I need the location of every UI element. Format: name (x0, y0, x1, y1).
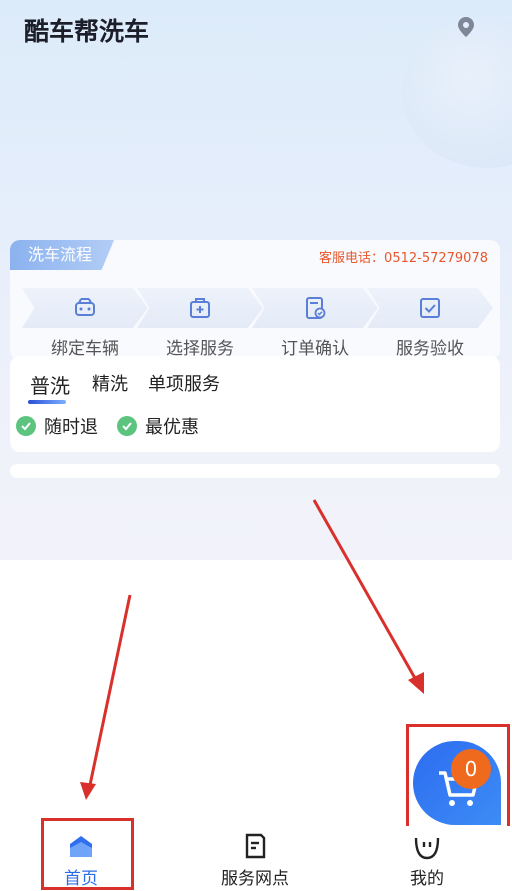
cart-highlight-box: 0 (406, 724, 510, 836)
checkbox-icon (420, 298, 440, 318)
cart-count-badge: 0 (451, 749, 491, 789)
flow-step-acceptance: 服务验收 (367, 288, 493, 359)
profile-face-icon (414, 837, 440, 860)
flow-steps: 绑定车辆 选择服务 订单确认 服务验收 (10, 288, 500, 359)
brand-logo: 酷车帮洗车 (24, 17, 150, 46)
hotline-text[interactable]: 客服电话：0512-57279078 (319, 247, 488, 266)
car-icon (75, 298, 95, 316)
cart-button[interactable]: 0 (413, 741, 501, 825)
wash-options-card: 普洗 精洗 单项服务 随时退 最优惠 (10, 356, 500, 452)
nav-service-outlets[interactable]: 服务网点 (200, 826, 310, 889)
tab-single-service[interactable]: 单项服务 (148, 370, 220, 396)
tab-fine-wash[interactable]: 精洗 (92, 370, 128, 396)
wash-flow-card: 洗车流程 客服电话：0512-57279078 绑定车辆 选择服务 订单确认 服… (10, 240, 500, 360)
flow-step-order-confirm: 订单确认 (252, 288, 378, 359)
perk-refund: 随时退 (16, 414, 98, 438)
home-highlight-box (41, 818, 134, 890)
perk-best-price: 最优惠 (117, 414, 199, 438)
service-plus-icon (190, 298, 210, 318)
flow-step-choose-service: 选择服务 (137, 288, 263, 359)
location-pin-icon[interactable] (456, 16, 476, 38)
hero-decoration (402, 18, 512, 168)
nav-label: 我的 (410, 869, 444, 889)
wash-flow-tag: 洗车流程 (10, 240, 115, 270)
service-outlet-icon (245, 833, 266, 859)
nav-profile[interactable]: 我的 (372, 826, 482, 889)
perk-text: 最优惠 (145, 417, 199, 438)
flow-step-bind-car: 绑定车辆 (22, 288, 148, 359)
order-confirm-icon (306, 297, 326, 319)
check-circle-icon (117, 416, 137, 436)
check-circle-icon (16, 416, 36, 436)
active-tab-indicator (28, 400, 66, 404)
tab-regular-wash[interactable]: 普洗 (30, 370, 70, 399)
nav-label: 服务网点 (221, 869, 289, 889)
perk-text: 随时退 (44, 417, 98, 438)
placeholder-card (10, 464, 500, 478)
